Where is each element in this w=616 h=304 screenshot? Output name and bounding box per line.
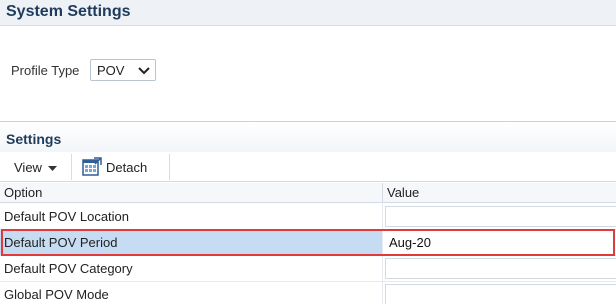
profile-type-value: POV: [97, 63, 125, 78]
value-cell: [385, 284, 616, 304]
page-title: System Settings: [6, 3, 131, 20]
detach-label: Detach: [106, 160, 148, 175]
option-label: Global POV Mode: [4, 287, 109, 302]
detach-button[interactable]: Detach: [78, 155, 168, 179]
profile-type-select[interactable]: POV: [90, 59, 156, 81]
option-cell: Default POV Location: [0, 204, 383, 229]
chevron-down-icon: [138, 67, 150, 75]
toolbar-divider: [169, 154, 170, 180]
settings-panel: Settings View Detach Option Value Defaul…: [0, 121, 616, 304]
default-pov-period-input[interactable]: [385, 232, 616, 253]
option-cell: Default POV Category: [0, 256, 383, 281]
global-pov-mode-input[interactable]: [385, 284, 616, 304]
toolbar-divider: [71, 154, 72, 180]
settings-toolbar: View Detach: [0, 152, 616, 182]
table-row[interactable]: Default POV Period: [0, 230, 616, 256]
view-menu-button[interactable]: View: [4, 155, 66, 179]
option-cell: Global POV Mode: [0, 282, 383, 304]
table-row[interactable]: Global POV Mode: [0, 282, 616, 304]
value-cell: [385, 258, 616, 279]
column-header-option[interactable]: Option: [0, 183, 383, 203]
detach-icon: [82, 157, 102, 176]
view-menu-label: View: [14, 160, 42, 175]
value-cell: [385, 232, 616, 253]
option-label: Default POV Category: [4, 261, 133, 276]
option-label: Default POV Location: [4, 209, 130, 224]
caret-down-icon: [48, 166, 57, 171]
column-header-value[interactable]: Value: [383, 183, 616, 203]
value-cell: [385, 206, 616, 227]
settings-header: Settings: [0, 122, 616, 152]
profile-type-label: Profile Type: [11, 63, 80, 78]
title-bar: System Settings: [0, 0, 616, 26]
default-pov-location-input[interactable]: [385, 206, 616, 227]
option-label: Default POV Period: [4, 235, 118, 250]
settings-title: Settings: [6, 131, 62, 147]
option-cell: Default POV Period: [0, 230, 383, 255]
default-pov-category-input[interactable]: [385, 258, 616, 279]
table-row[interactable]: Default POV Location: [0, 204, 616, 230]
table-row[interactable]: Default POV Category: [0, 256, 616, 282]
